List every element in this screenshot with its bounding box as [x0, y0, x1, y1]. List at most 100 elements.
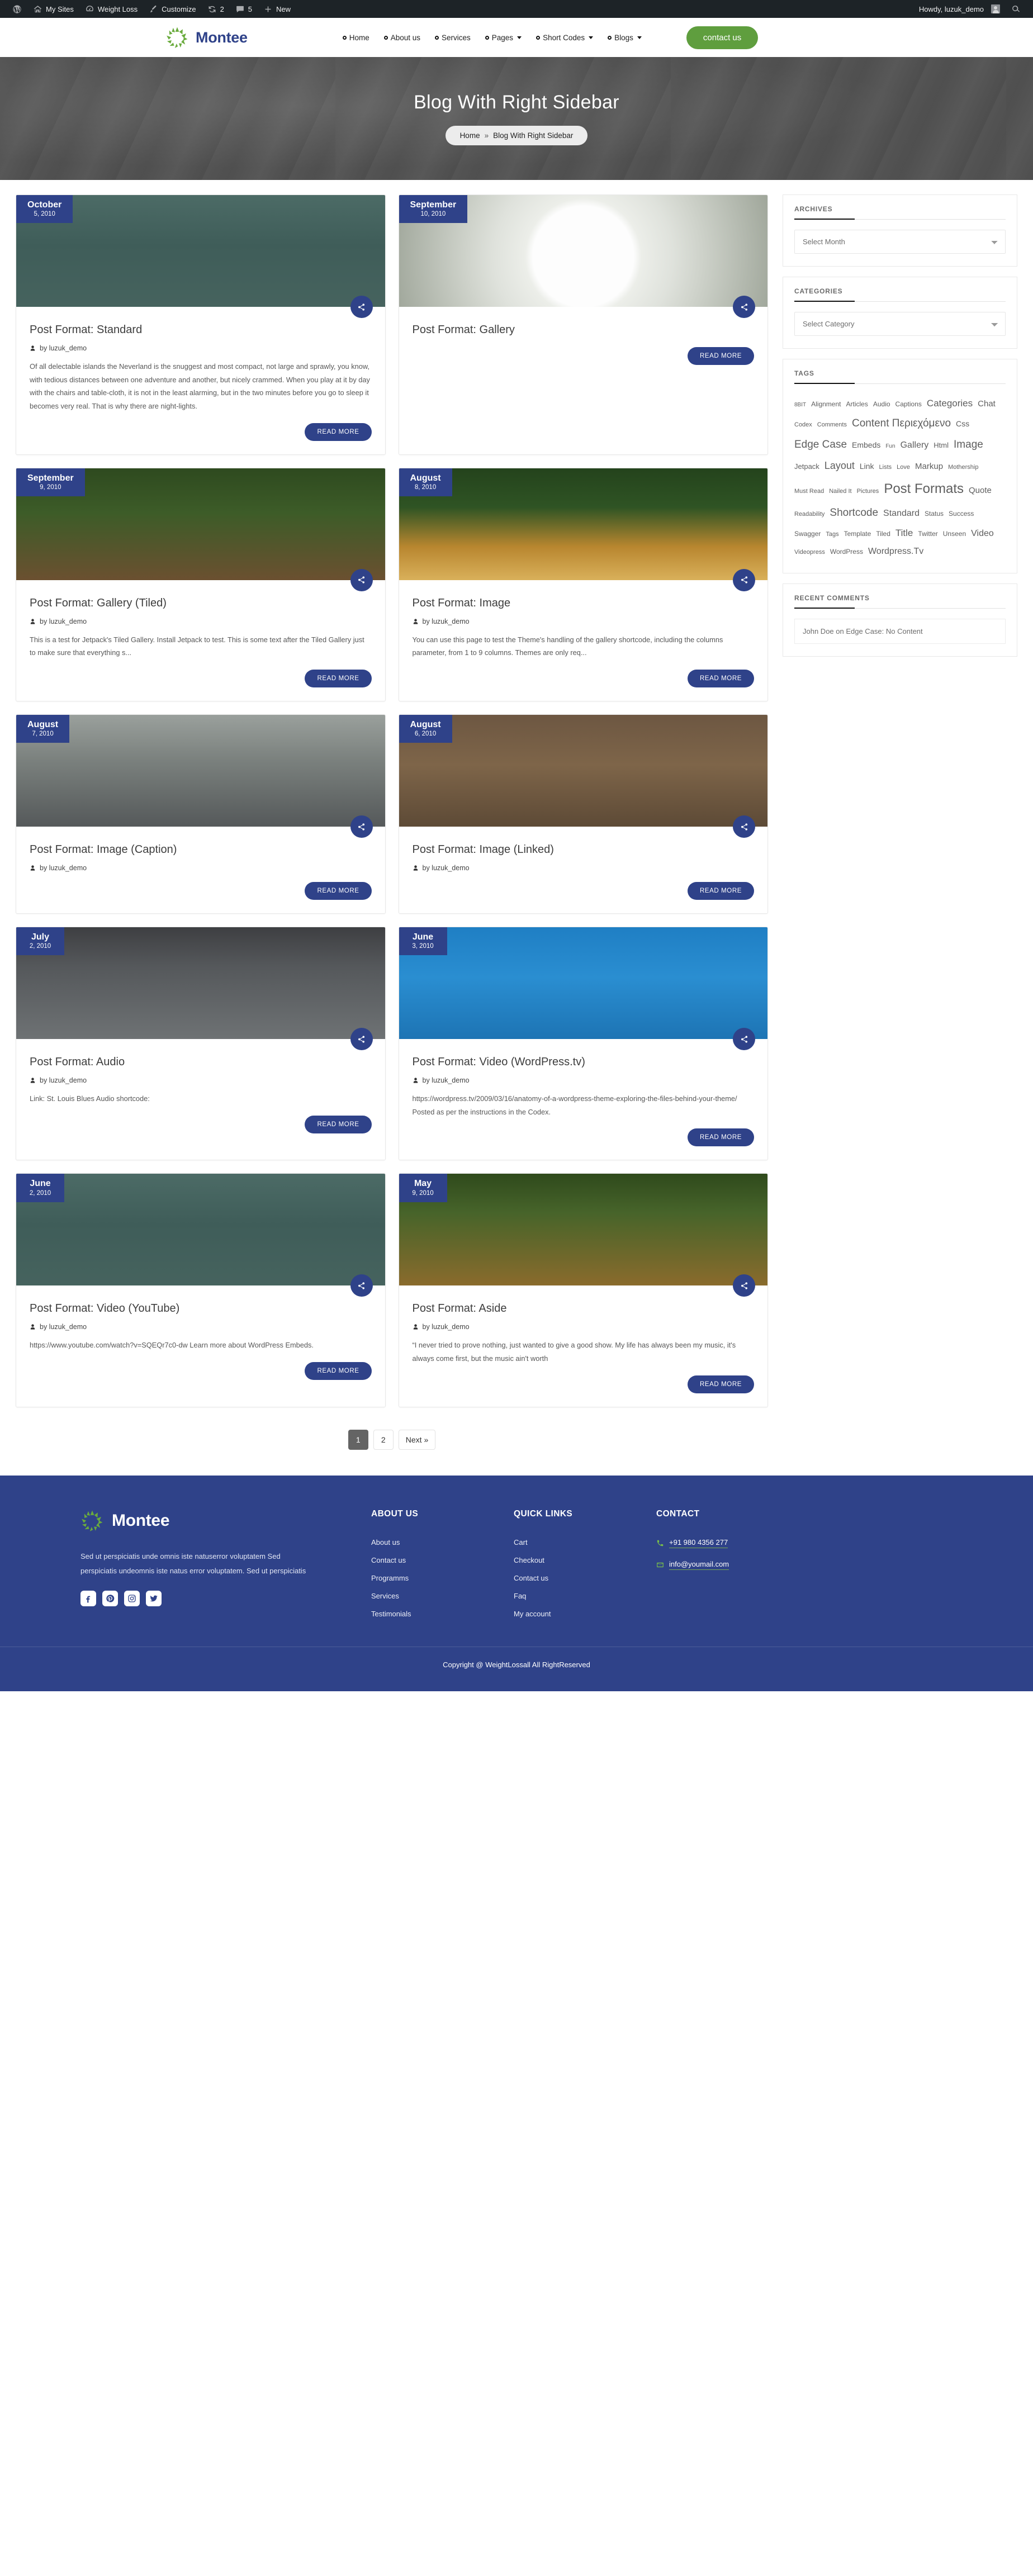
tag-link[interactable]: Comments [817, 419, 847, 431]
footer-link-my-account[interactable]: My account [514, 1610, 656, 1618]
tag-link[interactable]: Unseen [943, 527, 966, 540]
tag-link[interactable]: Categories [927, 394, 973, 413]
tag-link[interactable]: Love [897, 461, 910, 473]
share-button[interactable] [733, 1274, 755, 1297]
tag-link[interactable]: Image [954, 434, 983, 456]
tag-link[interactable]: Tiled [876, 527, 890, 540]
tag-link[interactable]: Fun [885, 441, 895, 452]
post-title[interactable]: Post Format: Image (Linked) [413, 842, 755, 857]
tag-link[interactable]: Must Read [794, 485, 824, 497]
read-more-button[interactable]: READ MORE [687, 347, 754, 365]
post-thumbnail[interactable]: September 9, 2010 [16, 468, 385, 580]
post-thumbnail[interactable]: May 9, 2010 [399, 1174, 767, 1286]
tag-link[interactable]: Template [844, 527, 871, 540]
read-more-button[interactable]: READ MORE [687, 1128, 754, 1147]
wp-logo-button[interactable] [7, 0, 27, 18]
tag-link[interactable]: Lists [879, 461, 892, 473]
footer-link-contact-us-2[interactable]: Contact us [514, 1574, 656, 1582]
tag-link[interactable]: Articles [846, 397, 868, 411]
nav-item-blogs[interactable]: Blogs [608, 34, 642, 42]
share-button[interactable] [350, 568, 373, 591]
post-title[interactable]: Post Format: Video (WordPress.tv) [413, 1055, 755, 1069]
tag-link[interactable]: Embeds [852, 437, 880, 453]
tag-link[interactable]: Gallery [901, 437, 929, 454]
tag-link[interactable]: Title [895, 524, 913, 543]
site-brand[interactable]: Montee [165, 26, 248, 49]
nav-item-home[interactable]: Home [342, 34, 369, 42]
my-account-menu[interactable]: Howdy, luzuk_demo [913, 0, 1006, 18]
my-sites-menu[interactable]: My Sites [27, 0, 79, 18]
contact-us-button[interactable]: contact us [686, 26, 759, 49]
tag-link[interactable]: Html [934, 438, 949, 453]
tag-link[interactable]: Css [956, 416, 969, 431]
site-name-menu[interactable]: Weight Loss [79, 0, 143, 18]
nav-item-about-us[interactable]: About us [383, 34, 420, 42]
post-title[interactable]: Post Format: Aside [413, 1301, 755, 1316]
admin-search-button[interactable] [1006, 0, 1026, 18]
tag-link[interactable]: Jetpack [794, 459, 819, 474]
share-button[interactable] [350, 1028, 373, 1051]
page-1-button[interactable]: 1 [348, 1429, 368, 1450]
tag-link[interactable]: Nailed It [829, 485, 851, 497]
post-thumbnail[interactable]: July 2, 2010 [16, 927, 385, 1040]
tag-link[interactable]: Markup [915, 458, 943, 475]
tag-link[interactable]: Video [971, 525, 994, 543]
tag-link[interactable]: Alignment [811, 397, 841, 411]
tag-link[interactable]: Layout [824, 456, 855, 476]
tag-link[interactable]: Post Formats [884, 476, 964, 502]
footer-link-testimonials[interactable]: Testimonials [371, 1610, 514, 1618]
share-button[interactable] [350, 1274, 373, 1297]
post-thumbnail[interactable]: August 6, 2010 [399, 715, 767, 827]
tag-link[interactable]: Audio [873, 397, 890, 411]
post-title[interactable]: Post Format: Gallery [413, 322, 755, 337]
read-more-button[interactable]: READ MORE [305, 423, 372, 441]
tag-link[interactable]: Swagger [794, 527, 821, 540]
tag-link[interactable]: Link [860, 458, 874, 474]
pinterest-icon[interactable] [102, 1590, 118, 1606]
share-button[interactable] [733, 815, 755, 838]
new-content-button[interactable]: New [258, 0, 296, 18]
customize-button[interactable]: Customize [143, 0, 201, 18]
read-more-button[interactable]: READ MORE [305, 882, 372, 900]
read-more-button[interactable]: READ MORE [687, 1375, 754, 1393]
tag-link[interactable]: Success [949, 507, 974, 520]
tag-link[interactable]: Edge Case [794, 434, 847, 456]
footer-link-cart[interactable]: Cart [514, 1538, 656, 1546]
tag-link[interactable]: WordPress [830, 545, 863, 558]
post-thumbnail[interactable]: June 2, 2010 [16, 1174, 385, 1286]
post-thumbnail[interactable]: August 7, 2010 [16, 715, 385, 827]
tag-link[interactable]: Status [925, 507, 944, 520]
tag-link[interactable]: Captions [895, 397, 922, 411]
comments-button[interactable]: 5 [230, 0, 258, 18]
read-more-button[interactable]: READ MORE [687, 670, 754, 688]
read-more-button[interactable]: READ MORE [305, 670, 372, 688]
post-title[interactable]: Post Format: Gallery (Tiled) [30, 596, 372, 610]
recent-comment-item[interactable]: John Doe on Edge Case: No Content [794, 619, 1006, 644]
twitter-icon[interactable] [146, 1590, 162, 1606]
post-thumbnail[interactable]: October 5, 2010 [16, 195, 385, 307]
archives-select[interactable]: Select Month [794, 230, 1006, 254]
share-button[interactable] [733, 568, 755, 591]
tag-link[interactable]: Mothership [948, 461, 978, 473]
nav-item-pages[interactable]: Pages [485, 34, 522, 42]
tag-link[interactable]: Readability [794, 508, 824, 520]
tag-link[interactable]: Twitter [918, 527, 937, 540]
post-title[interactable]: Post Format: Audio [30, 1055, 372, 1069]
footer-email[interactable]: info@youmail.com [656, 1560, 841, 1570]
read-more-button[interactable]: READ MORE [305, 1115, 372, 1133]
breadcrumb-home-link[interactable]: Home [460, 131, 480, 140]
tag-link[interactable]: Quote [969, 482, 992, 499]
tag-link[interactable]: Codex [794, 419, 812, 431]
footer-link-faq[interactable]: Faq [514, 1592, 656, 1600]
read-more-button[interactable]: READ MORE [687, 882, 754, 900]
tag-link[interactable]: 8BIT [794, 400, 806, 411]
page-2-button[interactable]: 2 [373, 1429, 394, 1450]
footer-link-about-us[interactable]: About us [371, 1538, 514, 1546]
nav-item-short-codes[interactable]: Short Codes [536, 34, 594, 42]
footer-link-contact-us[interactable]: Contact us [371, 1556, 514, 1564]
post-title[interactable]: Post Format: Standard [30, 322, 372, 337]
tag-link[interactable]: Standard [883, 505, 920, 523]
post-title[interactable]: Post Format: Video (YouTube) [30, 1301, 372, 1316]
updates-button[interactable]: 2 [202, 0, 230, 18]
tag-link[interactable]: Content Περιεχόμενο [852, 413, 951, 434]
